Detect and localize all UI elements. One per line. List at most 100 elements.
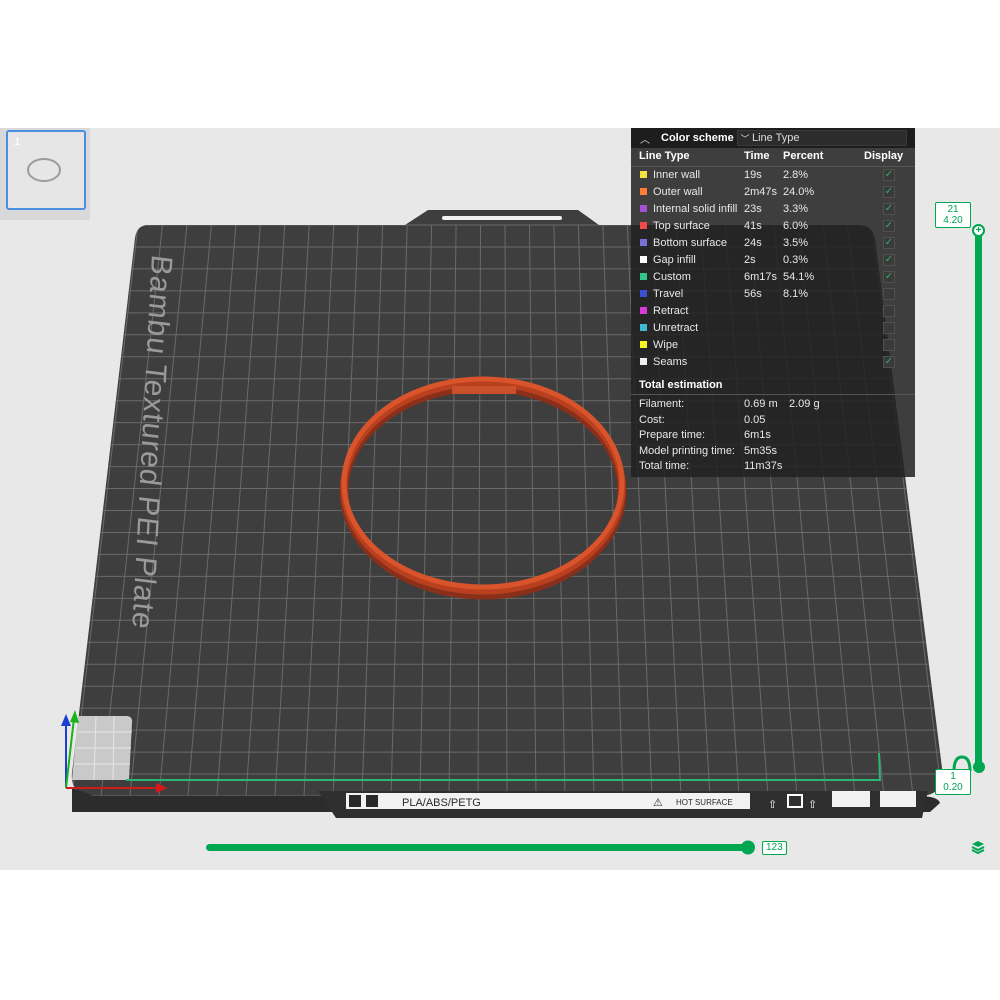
total-row: Model printing time: 5m35s xyxy=(631,444,915,460)
collapse-icon[interactable]: ︿ xyxy=(635,131,655,146)
legend-row: Travel 56s 8.1% xyxy=(631,286,915,303)
display-checkbox[interactable] xyxy=(883,339,895,351)
display-checkbox[interactable]: ✓ xyxy=(883,203,895,215)
svg-text:⚠: ⚠ xyxy=(653,797,663,809)
line-type-label: Internal solid infill xyxy=(653,203,738,215)
line-type-label: Gap infill xyxy=(653,254,696,266)
col-percent: Percent xyxy=(783,150,824,162)
display-checkbox[interactable]: ✓ xyxy=(883,220,895,232)
legend-row: Top surface 41s 6.0% ✓ xyxy=(631,218,915,235)
total-value: 5m35s xyxy=(744,444,778,457)
display-checkbox[interactable] xyxy=(883,322,895,334)
color-scheme-dropdown[interactable]: ﹀ Line Type xyxy=(737,130,907,146)
legend-row: Retract xyxy=(631,303,915,320)
total-label: Total time: xyxy=(639,460,690,472)
line-type-time: 6m17s xyxy=(744,271,778,283)
total-value: 0.69 m xyxy=(744,398,778,410)
display-checkbox[interactable]: ✓ xyxy=(883,186,895,198)
display-checkbox[interactable] xyxy=(883,305,895,317)
line-type-percent: 8.1% xyxy=(783,288,809,300)
line-type-percent: 6.0% xyxy=(783,220,809,232)
color-scheme-label: Color scheme xyxy=(661,132,734,144)
total-label: Cost: xyxy=(639,413,665,426)
total-label: Model printing time: xyxy=(639,444,735,457)
legend-header: ︿ Color scheme ﹀ Line Type xyxy=(631,128,915,148)
layer-slider-top-handle[interactable]: + xyxy=(972,224,985,237)
line-type-time: 19s xyxy=(744,169,762,181)
color-scheme-value: Line Type xyxy=(752,132,800,144)
materials-label: PLA/ABS/PETG xyxy=(402,797,481,809)
display-checkbox[interactable]: ✓ xyxy=(883,271,895,283)
legend-panel: ︿ Color scheme ﹀ Line Type Line Type Tim… xyxy=(631,128,915,477)
line-type-label: Bottom surface xyxy=(653,237,727,249)
line-type-time: 23s xyxy=(744,203,762,215)
line-type-label: Outer wall xyxy=(653,186,703,198)
svg-text:⇧: ⇧ xyxy=(808,799,817,811)
display-checkbox[interactable]: ✓ xyxy=(883,169,895,181)
3d-viewport[interactable]: Bambu Textured PEI Plate PLA/ABS/PETG HO… xyxy=(0,128,1000,870)
line-type-label: Travel xyxy=(653,288,684,300)
total-row: Prepare time: 6m1s xyxy=(631,428,915,444)
top-layer-number: 21 xyxy=(947,204,959,215)
legend-row: Outer wall 2m47s 24.0% ✓ xyxy=(631,184,915,201)
color-swatch xyxy=(640,171,647,178)
display-checkbox[interactable]: ✓ xyxy=(883,254,895,266)
color-swatch xyxy=(640,307,647,314)
move-slider-track xyxy=(206,844,754,851)
thumbnail-ring-icon xyxy=(27,158,61,182)
line-type-time: 56s xyxy=(744,288,762,300)
line-type-percent: 0.3% xyxy=(783,254,809,266)
total-row: Cost: 0.05 xyxy=(631,413,915,429)
total-row: Filament: 0.69 m 2.09 g xyxy=(631,397,915,413)
line-type-percent: 2.8% xyxy=(783,169,809,181)
layers-icon[interactable] xyxy=(970,839,986,855)
line-type-time: 2s xyxy=(744,254,756,266)
top-layer-height: 4.20 xyxy=(943,215,963,226)
total-label: Filament: xyxy=(639,398,685,410)
display-checkbox[interactable]: ✓ xyxy=(883,356,895,368)
layer-top-label: 21 4.20 xyxy=(935,202,971,228)
total-value: 6m1s xyxy=(744,429,771,441)
total-value: 11m37s xyxy=(744,460,783,472)
line-type-time: 41s xyxy=(744,220,762,232)
color-swatch xyxy=(640,358,647,365)
color-swatch xyxy=(640,239,647,246)
color-swatch xyxy=(640,256,647,263)
color-swatch xyxy=(640,341,647,348)
legend-row: Seams ✓ xyxy=(631,354,915,371)
display-checkbox[interactable]: ✓ xyxy=(883,237,895,249)
total-row: Total time: 11m37s xyxy=(631,459,915,475)
plate-list: 1 xyxy=(0,128,90,220)
chevron-down-icon: ﹀ xyxy=(740,133,750,144)
color-swatch xyxy=(640,188,647,195)
line-type-percent: 24.0% xyxy=(783,186,815,198)
line-type-label: Custom xyxy=(653,271,691,283)
color-swatch xyxy=(640,222,647,229)
total-estimation-title: Total estimation xyxy=(639,379,723,391)
display-checkbox[interactable] xyxy=(883,288,895,300)
total-extra: 2.09 g xyxy=(789,398,820,410)
bottom-layer-height: 0.20 xyxy=(943,782,963,793)
color-swatch xyxy=(640,324,647,331)
line-type-percent: 3.3% xyxy=(783,203,809,215)
line-type-percent: 54.1% xyxy=(783,271,815,283)
line-type-label: Seams xyxy=(653,356,688,368)
color-swatch xyxy=(640,273,647,280)
move-slider-handle xyxy=(741,840,755,855)
legend-rows: Inner wall 19s 2.8% ✓ Outer wall 2m47s 24.0% ✓ I… xyxy=(631,167,915,371)
layer-bottom-label: 1 0.20 xyxy=(935,769,971,795)
plate-thumbnail[interactable]: 1 xyxy=(6,130,86,210)
legend-row: Bottom surface 24s 3.5% ✓ xyxy=(631,235,915,252)
total-label: Prepare time: xyxy=(639,429,706,441)
col-time: Time xyxy=(744,150,770,162)
line-type-label: Unretract xyxy=(653,322,699,334)
line-type-label: Top surface xyxy=(653,220,710,232)
col-display: Display xyxy=(864,150,904,162)
legend-row: Gap infill 2s 0.3% ✓ xyxy=(631,252,915,269)
line-type-label: Wipe xyxy=(653,339,679,351)
layer-slider-track[interactable] xyxy=(975,229,982,769)
total-value: 0.05 xyxy=(744,413,766,426)
line-type-time: 2m47s xyxy=(744,186,778,198)
color-swatch xyxy=(640,205,647,212)
total-estimation-list: Filament: 0.69 m 2.09 g Cost: 0.05 Prepare ti… xyxy=(631,395,915,475)
